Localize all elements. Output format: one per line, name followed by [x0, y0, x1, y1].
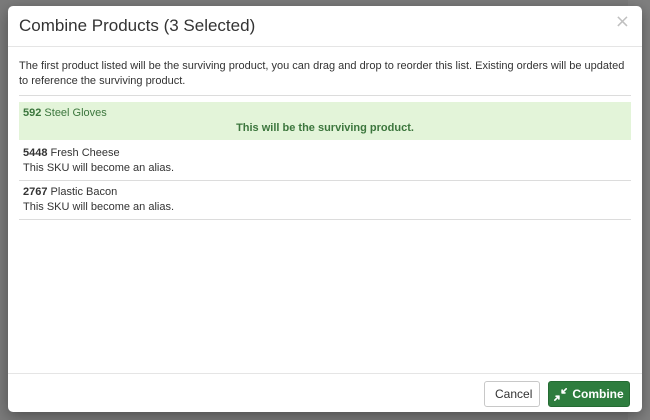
intro-text: The first product listed will be the sur… — [19, 59, 631, 96]
product-item-surviving[interactable]: 592 Steel Gloves This will be the surviv… — [19, 102, 631, 140]
modal-title: Combine Products (3 Selected) — [19, 16, 256, 35]
close-button[interactable]: × — [615, 13, 630, 31]
product-sku: 2767 — [23, 186, 48, 198]
product-item-alias[interactable]: 2767 Plastic Bacon This SKU will become … — [19, 181, 631, 220]
modal-footer: Cancel Combine — [8, 373, 642, 412]
alias-note: This SKU will become an alias. — [23, 201, 175, 213]
combine-label: Combine — [572, 387, 624, 401]
product-name: Plastic Bacon — [50, 186, 118, 198]
product-sku: 592 — [23, 107, 42, 119]
product-sku: 5448 — [23, 147, 48, 159]
modal-body: The first product listed will be the sur… — [8, 47, 642, 220]
product-name: Steel Gloves — [44, 107, 107, 119]
combine-products-modal: Combine Products (3 Selected) × The firs… — [8, 6, 642, 412]
product-name: Fresh Cheese — [50, 147, 120, 159]
alias-note: This SKU will become an alias. — [23, 162, 175, 174]
product-list: 592 Steel Gloves This will be the surviv… — [19, 102, 631, 220]
product-item-alias[interactable]: 5448 Fresh Cheese This SKU will become a… — [19, 142, 631, 181]
compress-arrows-icon — [554, 387, 568, 401]
modal-header: Combine Products (3 Selected) × — [8, 6, 642, 47]
combine-button[interactable]: Combine — [548, 381, 630, 407]
surviving-note: This will be the surviving product. — [236, 122, 414, 134]
cancel-button[interactable]: Cancel — [484, 381, 540, 407]
